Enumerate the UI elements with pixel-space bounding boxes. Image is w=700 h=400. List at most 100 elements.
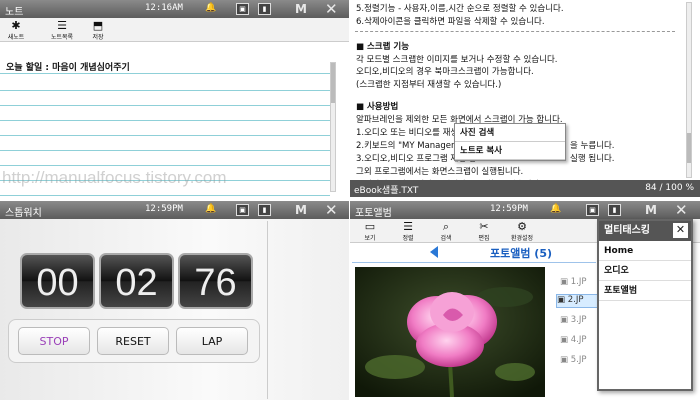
file-list-item[interactable]: ▣ 3.JP [560, 315, 586, 329]
menu-item-home[interactable]: Home [599, 241, 691, 261]
minutes-display: 00 [20, 253, 95, 309]
menu-item-audio[interactable]: 오디오 [599, 261, 691, 281]
rose-photo[interactable] [355, 267, 545, 397]
textviewer-panel: 5.정렬기능 - 사용자,이름,시간 순으로 정렬할 수 있습니다. 6.삭제아이… [350, 0, 700, 199]
note-rule [0, 73, 330, 74]
note-rule [0, 195, 330, 196]
status-progress: 84 / 100 % [645, 183, 694, 193]
stopwatch-clock: 12:59PM [145, 204, 183, 214]
prev-album-arrow[interactable] [430, 246, 438, 258]
album-clock: 12:59PM [490, 204, 528, 214]
image-file-icon: ▣ [557, 295, 568, 305]
file-name: 5.JP [570, 355, 587, 365]
multitask-menu-header: 멀티태스킹 ✕ [599, 221, 691, 241]
note-rule [0, 165, 330, 166]
textviewer-statusbar: eBook샘플.TXT 84 / 100 % [350, 180, 700, 197]
multitask-m-icon[interactable]: M [295, 2, 307, 16]
close-icon[interactable]: ✕ [325, 0, 338, 18]
note-scrollbar[interactable] [330, 62, 336, 192]
note-body-text[interactable]: 오늘 할일 : 마음이 개념심어주기 [6, 60, 130, 73]
watermark: http://manualfocus.tistory.com [2, 168, 227, 187]
new-note-button[interactable]: ✱ 새노트 [0, 19, 32, 41]
note-title: 노트 [5, 7, 24, 18]
status-filename: eBook샘플.TXT [354, 186, 419, 196]
reset-button[interactable]: RESET [97, 327, 169, 355]
text-line: ■ 사용방법 [356, 102, 399, 112]
seconds-display: 02 [99, 253, 174, 309]
image-file-icon: ▣ [560, 277, 571, 287]
context-menu: 사진 검색 노트로 복사 [454, 123, 566, 161]
close-icon[interactable]: ✕ [673, 223, 688, 238]
new-note-label: 새노트 [7, 34, 25, 41]
sort-label: 정렬 [402, 235, 414, 242]
centiseconds-display: 76 [178, 253, 253, 309]
multitask-menu: 멀티태스킹 ✕ Home 오디오 포토앨범 [597, 219, 693, 391]
note-rule [0, 135, 330, 136]
file-list-item[interactable]: ▣ 5.JP [560, 355, 586, 369]
note-rule [0, 90, 330, 91]
file-list-item[interactable]: ▣ 1.JP [560, 277, 586, 291]
note-scroll-thumb[interactable] [331, 63, 335, 103]
view-button[interactable]: ▭ 보기 [354, 220, 386, 242]
bell-icon: 🔔 [550, 204, 562, 214]
menu-item-photo-album[interactable]: 포토앨범 [599, 281, 691, 301]
new-note-icon: ✱ [11, 19, 21, 32]
image-file-icon: ▣ [560, 315, 571, 325]
stop-button[interactable]: STOP [18, 327, 90, 355]
album-titlebar: 포토앨범 12:59PM 🔔 ▣ ▮ M ✕ [350, 201, 700, 219]
quadrant-divider-horizontal [0, 199, 700, 201]
search-button[interactable]: ⌕ 검색 [430, 220, 462, 242]
textviewer-divider [355, 31, 675, 32]
note-rule [0, 150, 330, 151]
text-line: 그외 프로그램에서는 화면스크랩이 실행됩니다. [356, 167, 524, 177]
album-title: 포토앨범 [355, 208, 392, 219]
text-line: 5.정렬기능 - 사용자,이름,시간 순으로 정렬할 수 있습니다. [356, 4, 564, 14]
text-line: 6.삭제아이콘을 클릭하면 파일을 삭제할 수 있습니다. [356, 17, 545, 27]
text-line: 각 모드별 스크랩한 이미지를 보거나 수정할 수 있습니다. [356, 55, 558, 65]
bell-icon: 🔔 [205, 204, 217, 214]
close-icon[interactable]: ✕ [675, 201, 688, 219]
multitask-m-icon[interactable]: M [645, 203, 657, 217]
note-toolbar: ✱ 새노트 ☰ 노트목록 ⬒ 저장 [0, 18, 349, 42]
multitask-m-icon[interactable]: M [295, 203, 307, 217]
battery-icon: ▮ [608, 204, 621, 216]
settings-label: 환경설정 [510, 235, 534, 242]
search-label: 검색 [440, 235, 452, 242]
sort-icon: ☰ [403, 220, 413, 233]
save-button[interactable]: ⬒ 저장 [82, 19, 114, 41]
edit-button[interactable]: ✂ 편집 [468, 220, 500, 242]
note-list-label: 노트목록 [50, 34, 74, 41]
file-list-item-selected[interactable]: ▣ 2.JP [556, 294, 600, 308]
sort-button[interactable]: ☰ 정렬 [392, 220, 424, 242]
textviewer-scroll-thumb[interactable] [687, 133, 691, 163]
file-name: 1.JP [570, 277, 587, 287]
close-icon[interactable]: ✕ [325, 201, 338, 219]
lap-button[interactable]: LAP [176, 327, 248, 355]
text-line: (스크랩한 지점부터 재생할 수 있습니다.) [356, 80, 502, 90]
view-icon: ▭ [364, 220, 376, 233]
image-file-icon: ▣ [560, 335, 571, 345]
context-menu-copy-to-note[interactable]: 노트로 복사 [455, 142, 565, 160]
album-header-rule [352, 262, 596, 263]
file-name: 4.JP [570, 335, 587, 345]
stopwatch-titlebar: 스톱워치 12:59PM 🔔 ▣ ▮ M ✕ [0, 201, 349, 219]
note-rule [0, 105, 330, 106]
battery-icon: ▮ [258, 3, 271, 15]
view-label: 보기 [364, 235, 376, 242]
settings-button[interactable]: ⚙ 환경설정 [506, 220, 538, 242]
save-label: 저장 [92, 34, 104, 41]
context-menu-photo-search[interactable]: 사진 검색 [455, 124, 565, 142]
gear-icon: ⚙ [517, 220, 527, 233]
search-icon: ⌕ [442, 220, 450, 233]
note-list-button[interactable]: ☰ 노트목록 [46, 19, 78, 41]
file-list-item[interactable]: ▣ 4.JP [560, 335, 586, 349]
text-line: ■ 스크랩 기능 [356, 42, 410, 52]
textviewer-scrollbar[interactable] [686, 2, 692, 178]
album-name: 포토앨범 (5) [490, 247, 553, 260]
save-icon: ⬒ [92, 19, 104, 32]
note-rule [0, 120, 330, 121]
sd-card-icon: ▣ [236, 204, 249, 216]
file-name: 3.JP [570, 315, 587, 325]
sd-card-icon: ▣ [236, 3, 249, 15]
file-name: 2.JP [567, 295, 584, 305]
